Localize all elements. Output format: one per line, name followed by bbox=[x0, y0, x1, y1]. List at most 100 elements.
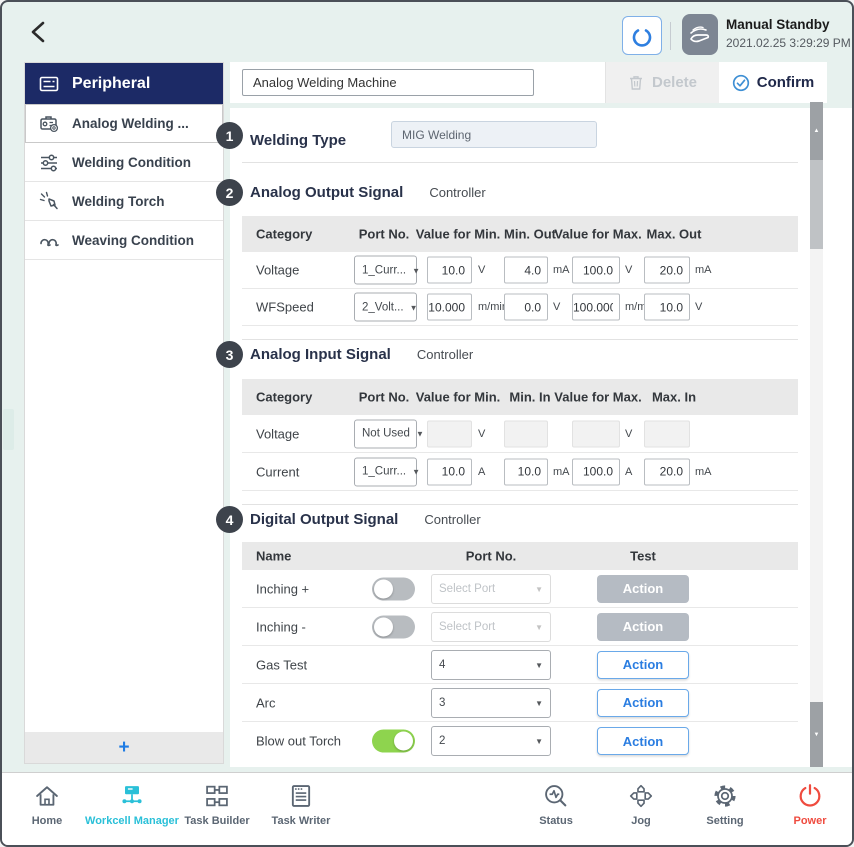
welding-machine-icon bbox=[38, 112, 60, 134]
delete-label: Delete bbox=[652, 74, 697, 91]
digital-row-inching-minus: Inching - Select Port Action bbox=[242, 608, 798, 646]
toggle-knob bbox=[374, 579, 393, 598]
port-dropdown: Select Port bbox=[431, 574, 551, 604]
sidebar-item-weaving-condition[interactable]: Weaving Condition bbox=[25, 221, 223, 260]
port-dropdown: Select Port bbox=[431, 612, 551, 642]
scroll-up-button[interactable] bbox=[810, 102, 823, 160]
back-button[interactable] bbox=[26, 18, 54, 46]
check-circle-icon bbox=[732, 74, 750, 92]
col-test: Test bbox=[630, 549, 656, 564]
unit-label: V bbox=[695, 301, 702, 313]
chevron-down-icon bbox=[404, 301, 418, 313]
col-min-in: Min. In bbox=[509, 390, 550, 405]
auto-mode-button[interactable] bbox=[622, 16, 662, 55]
sidebar-item-label: Welding Torch bbox=[72, 194, 165, 209]
inching-minus-toggle[interactable] bbox=[372, 615, 415, 638]
min-out-input[interactable] bbox=[504, 294, 548, 321]
max-in-input[interactable] bbox=[644, 458, 690, 485]
action-button[interactable]: Action bbox=[597, 651, 689, 679]
sidebar-item-label: Welding Condition bbox=[72, 155, 191, 170]
status-icon bbox=[542, 782, 570, 810]
digital-row-gas-test: Gas Test 4 Action bbox=[242, 646, 798, 684]
delete-button[interactable]: Delete bbox=[605, 62, 719, 103]
trash-icon bbox=[628, 74, 644, 91]
peripheral-icon bbox=[38, 73, 60, 95]
sidebar-item-welding-condition[interactable]: Welding Condition bbox=[25, 143, 223, 182]
add-peripheral-button[interactable]: + bbox=[25, 732, 223, 763]
signal-name-label: Inching - bbox=[256, 619, 306, 634]
jog-icon bbox=[627, 782, 655, 810]
confirm-label: Confirm bbox=[757, 74, 815, 91]
port-dropdown[interactable]: Not Used bbox=[354, 419, 417, 448]
min-out-input[interactable] bbox=[504, 257, 548, 284]
unit-label: V bbox=[625, 428, 632, 440]
unit-label: V bbox=[478, 264, 485, 276]
signal-name-label: Arc bbox=[256, 695, 276, 710]
manual-hand-icon bbox=[687, 22, 713, 48]
nav-item-task-writer[interactable]: Task Writer bbox=[246, 782, 356, 827]
port-dropdown[interactable]: 4 bbox=[431, 650, 551, 680]
port-dropdown[interactable]: 3 bbox=[431, 688, 551, 718]
step-badge-1: 1 bbox=[216, 122, 243, 149]
analog-input-table-header: Category Port No. Value for Min. Min. In… bbox=[242, 379, 798, 415]
task-writer-icon bbox=[287, 782, 315, 810]
unit-label: A bbox=[478, 466, 485, 478]
action-button[interactable]: Action bbox=[597, 689, 689, 717]
category-label: Current bbox=[256, 464, 299, 479]
welding-type-value bbox=[391, 121, 597, 148]
edge-drawer-handle[interactable] bbox=[3, 409, 14, 450]
port-dropdown[interactable]: 1_Curr... bbox=[354, 457, 417, 486]
col-category: Category bbox=[256, 227, 312, 242]
min-in-input[interactable] bbox=[504, 458, 548, 485]
section-subtitle: Controller bbox=[417, 347, 473, 362]
manual-mode-indicator[interactable] bbox=[682, 14, 718, 55]
max-out-input[interactable] bbox=[644, 257, 690, 284]
torch-icon bbox=[38, 190, 60, 212]
port-dropdown[interactable]: 2_Volt... bbox=[354, 293, 417, 322]
nav-item-power[interactable]: Power bbox=[755, 782, 854, 827]
port-dropdown[interactable]: 2 bbox=[431, 726, 551, 756]
unit-label: mA bbox=[695, 466, 712, 478]
unit-label: V bbox=[625, 264, 632, 276]
port-value: Select Port bbox=[439, 621, 495, 633]
category-label: Voltage bbox=[256, 426, 299, 441]
scrollbar-thumb[interactable] bbox=[810, 160, 823, 249]
action-button: Action bbox=[597, 575, 689, 603]
port-value: 1_Curr... bbox=[362, 264, 406, 276]
section-title: Analog Output Signal bbox=[250, 184, 403, 201]
port-dropdown[interactable]: 1_Curr... bbox=[354, 256, 417, 285]
unit-label: A bbox=[625, 466, 632, 478]
robot-status: Manual Standby 2021.02.25 3:29:29 PM bbox=[726, 17, 851, 50]
status-timestamp: 2021.02.25 3:29:29 PM bbox=[726, 36, 851, 50]
port-value: Select Port bbox=[439, 583, 495, 595]
toggle-knob bbox=[374, 617, 393, 636]
inching-plus-toggle[interactable] bbox=[372, 577, 415, 600]
category-label: Voltage bbox=[256, 263, 299, 278]
analog-input-row-voltage: Voltage Not Used V V bbox=[242, 415, 798, 453]
action-button[interactable]: Action bbox=[597, 727, 689, 755]
step-badge-3: 3 bbox=[216, 341, 243, 368]
status-title: Manual Standby bbox=[726, 17, 851, 32]
sidebar-item-analog-welding[interactable]: Analog Welding ... bbox=[25, 104, 223, 143]
confirm-button[interactable]: Confirm bbox=[719, 62, 827, 103]
machine-name-input[interactable] bbox=[242, 69, 534, 96]
value-for-max-input[interactable] bbox=[572, 257, 620, 284]
col-value-for-max: Value for Max. bbox=[554, 390, 641, 405]
digital-row-inching-plus: Inching + Select Port Action bbox=[242, 570, 798, 608]
value-for-max-input[interactable] bbox=[572, 458, 620, 485]
nav-label: Task Writer bbox=[272, 815, 331, 827]
section-title: Analog Input Signal bbox=[250, 346, 391, 363]
blow-out-torch-toggle[interactable] bbox=[372, 730, 415, 753]
port-value: 4 bbox=[439, 659, 445, 671]
max-out-input[interactable] bbox=[644, 294, 690, 321]
value-for-min-input[interactable] bbox=[427, 458, 472, 485]
port-value: 2_Volt... bbox=[362, 301, 404, 313]
value-for-min-input[interactable] bbox=[427, 257, 472, 284]
value-for-min-input[interactable] bbox=[427, 294, 472, 321]
scrollbar[interactable] bbox=[810, 102, 823, 767]
step-badge-2: 2 bbox=[216, 179, 243, 206]
scroll-down-button[interactable] bbox=[810, 702, 823, 767]
value-for-max-input[interactable] bbox=[572, 294, 620, 321]
sidebar-item-welding-torch[interactable]: Welding Torch bbox=[25, 182, 223, 221]
col-name: Name bbox=[256, 549, 291, 564]
